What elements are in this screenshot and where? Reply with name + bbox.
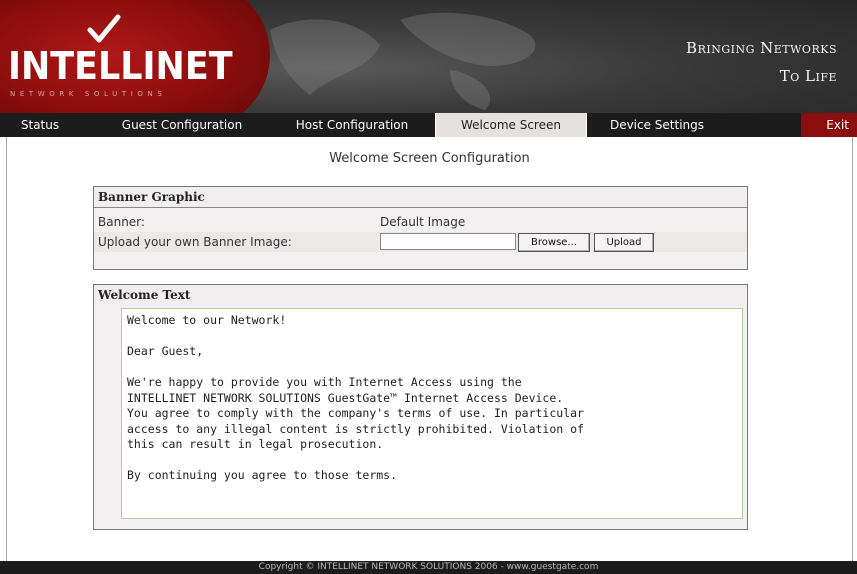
tab-status[interactable]: Status	[0, 113, 80, 137]
main-nav: Status Guest Configuration Host Configur…	[0, 113, 857, 137]
brand-logo-subtitle: NETWORK SOLUTIONS	[10, 90, 167, 98]
banner-value: Default Image	[380, 215, 466, 229]
upload-button[interactable]: Upload	[594, 233, 654, 252]
banner-graphic-header: Banner Graphic	[94, 187, 747, 208]
page-title: Welcome Screen Configuration	[329, 151, 530, 166]
world-map-graphic	[270, 12, 536, 110]
welcome-text-editor[interactable]: Welcome to our Network! Dear Guest, We'r…	[121, 308, 743, 519]
upload-banner-label: Upload your own Banner Image:	[98, 235, 292, 249]
banner-label: Banner:	[98, 215, 145, 229]
upload-banner-row: Upload your own Banner Image: Browse... …	[94, 232, 747, 252]
tagline-line-2: To Life	[779, 67, 837, 85]
browse-button[interactable]: Browse...	[518, 233, 590, 252]
banner-file-input[interactable]	[380, 233, 516, 250]
tab-guest-configuration[interactable]: Guest Configuration	[96, 113, 268, 137]
app-header: INTELLINET NETWORK SOLUTIONS Bringing Ne…	[0, 0, 857, 113]
tab-device-settings[interactable]: Device Settings	[587, 113, 727, 137]
tab-host-configuration[interactable]: Host Configuration	[270, 113, 434, 137]
brand-tagline: Bringing Networks To Life	[686, 34, 837, 90]
tab-welcome-screen[interactable]: Welcome Screen	[435, 113, 587, 137]
banner-row: Banner: Default Image	[94, 212, 747, 232]
exit-button[interactable]: Exit	[801, 113, 857, 137]
brand-logo: INTELLINET	[8, 44, 233, 88]
checkmark-logo-icon	[87, 14, 121, 43]
welcome-text-header: Welcome Text	[94, 285, 747, 305]
tagline-line-1: Bringing Networks	[686, 39, 837, 57]
welcome-text-panel: Welcome Text Welcome to our Network! Dea…	[93, 284, 748, 530]
content-area: Welcome Screen Configuration Banner Grap…	[6, 137, 853, 561]
banner-graphic-panel: Banner Graphic Banner: Default Image Upl…	[93, 186, 748, 270]
footer-copyright: Copyright © INTELLINET NETWORK SOLUTIONS…	[0, 561, 857, 574]
